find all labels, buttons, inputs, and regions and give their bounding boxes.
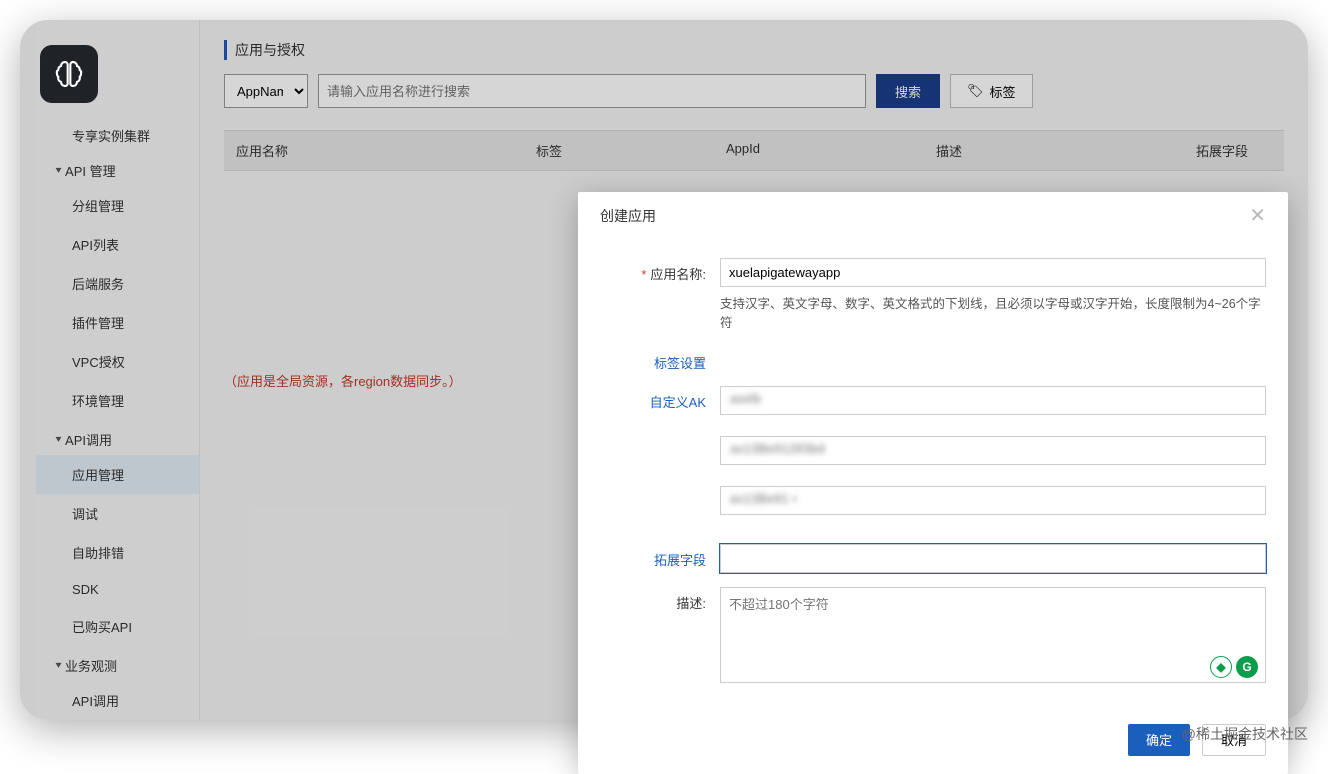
create-app-modal: 创建应用 ✕ *应用名称: 支持汉字、英文字母、数字、英文格式的下划线，且必须以… bbox=[578, 192, 1288, 774]
tag-settings-link[interactable]: 标签设置 bbox=[600, 347, 720, 372]
ak-input-3[interactable] bbox=[720, 486, 1266, 515]
ext-field-input[interactable] bbox=[720, 544, 1266, 573]
watermark: @稀土掘金技术社区 bbox=[1182, 724, 1308, 744]
app-name-input[interactable] bbox=[720, 258, 1266, 287]
desc-textarea[interactable] bbox=[720, 587, 1266, 683]
desc-label: 描述: bbox=[600, 587, 720, 612]
grammarly-icon: ◆ bbox=[1210, 656, 1232, 678]
custom-ak-link[interactable]: 自定义AK bbox=[600, 386, 720, 411]
ai-assistant-button[interactable] bbox=[40, 45, 98, 103]
ak-input-1[interactable] bbox=[720, 386, 1266, 415]
confirm-button[interactable]: 确定 bbox=[1128, 724, 1190, 756]
name-hint: 支持汉字、英文字母、数字、英文格式的下划线，且必须以字母或汉字开始，长度限制为4… bbox=[720, 295, 1266, 333]
grammarly-check-icon: G bbox=[1236, 656, 1258, 678]
modal-title: 创建应用 bbox=[600, 206, 656, 226]
ext-field-link[interactable]: 拓展字段 bbox=[600, 544, 720, 569]
name-label: *应用名称: bbox=[600, 258, 720, 283]
brain-icon bbox=[53, 58, 85, 90]
modal-close-button[interactable]: ✕ bbox=[1249, 206, 1266, 226]
